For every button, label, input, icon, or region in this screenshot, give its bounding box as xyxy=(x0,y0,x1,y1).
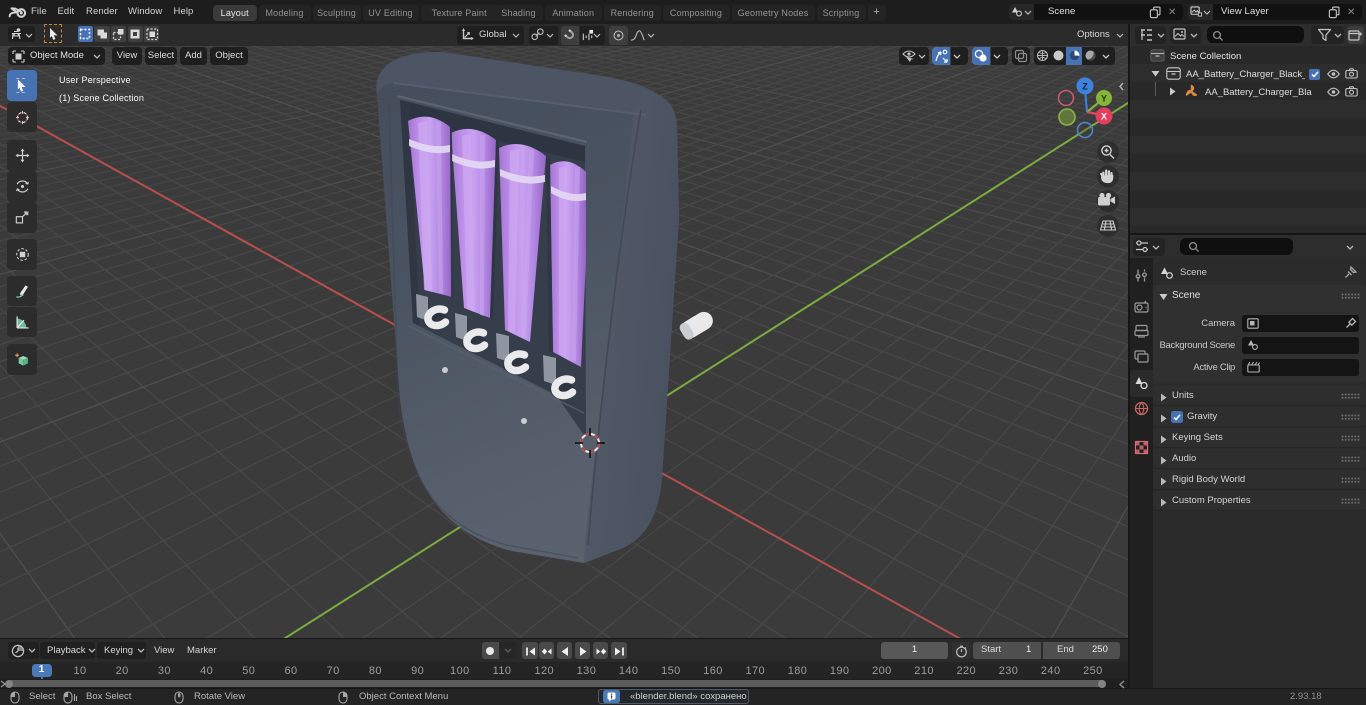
svg-text:X: X xyxy=(1101,112,1107,122)
svg-text:Y: Y xyxy=(1101,94,1107,104)
svg-text:Z: Z xyxy=(1082,82,1088,92)
